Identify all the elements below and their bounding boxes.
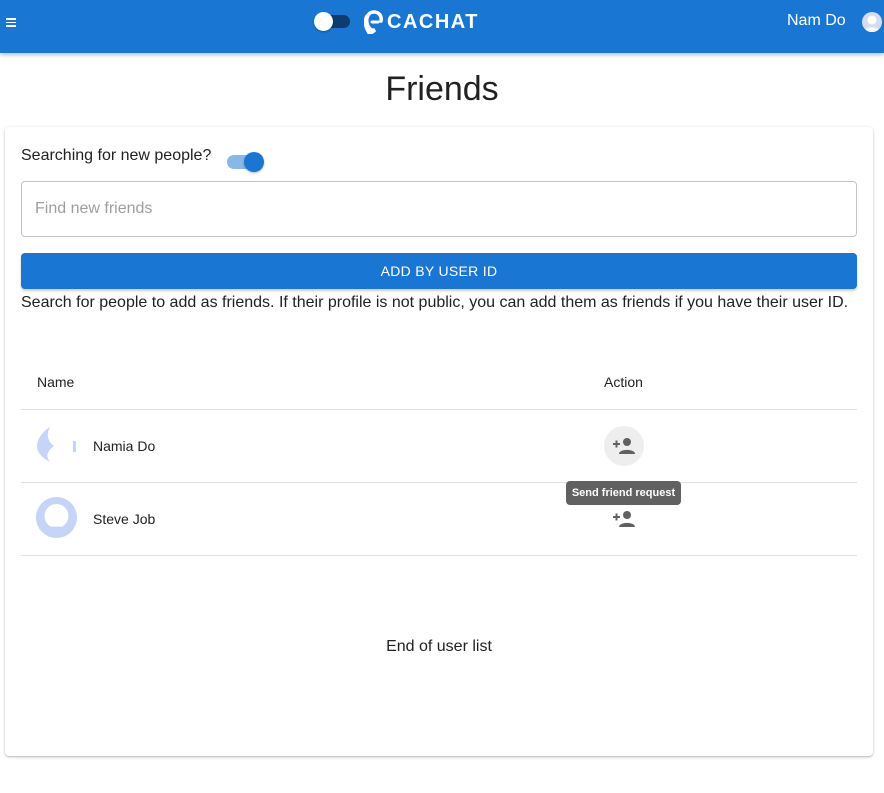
column-header-name: Name [37,374,75,390]
column-header-action: Action [604,374,643,390]
menu-icon[interactable] [6,14,18,30]
user-name[interactable]: Nam Do [787,12,846,30]
app-logo[interactable]: CACHAT [364,9,479,35]
app-bar: CACHAT Nam Do [0,0,884,53]
send-friend-request-button[interactable] [604,426,644,466]
avatar [36,424,77,465]
theme-toggle[interactable] [314,12,352,31]
app-name: CACHAT [387,10,479,33]
person-add-icon [613,438,635,454]
row-divider [21,482,857,483]
search-toggle-thumb [244,152,264,172]
search-help-text: Search for people to add as friends. If … [21,294,849,311]
add-by-user-id-button[interactable]: ADD BY USER ID [21,253,857,289]
row-divider [21,555,857,556]
person-add-icon [613,511,635,527]
send-friend-request-button[interactable] [604,499,644,539]
row-name: Namia Do [93,438,156,454]
row-name: Steve Job [93,511,156,527]
avatar [36,497,77,538]
user-avatar[interactable] [862,12,882,32]
search-toggle-label: Searching for new people? [21,147,212,164]
logo-icon [364,10,383,34]
end-of-list-text: End of user list [386,638,492,655]
find-friends-input[interactable] [21,181,857,237]
theme-toggle-thumb [314,12,333,31]
header-divider [21,409,857,410]
send-friend-request-tooltip: Send friend request [566,481,681,505]
search-toggle-switch[interactable] [226,151,266,173]
page-title: Friends [385,70,499,108]
